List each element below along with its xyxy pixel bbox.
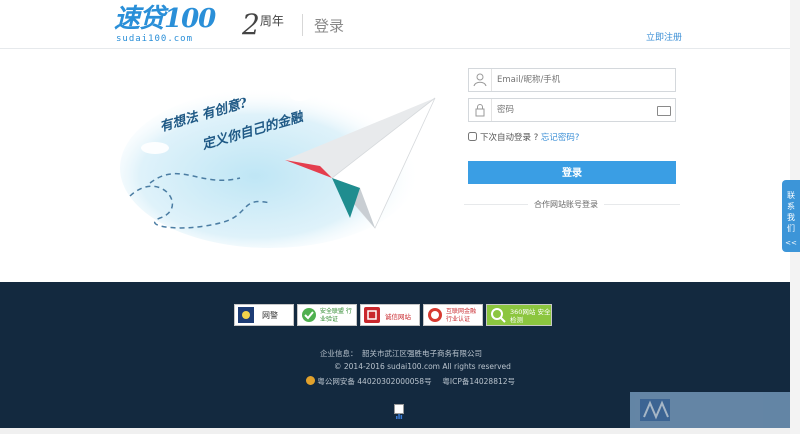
watermark-logo-icon	[640, 399, 670, 421]
badge-label: 互联网金融 行业认证	[446, 308, 477, 323]
credit-site-badge[interactable]: 诚信网站	[360, 304, 420, 326]
password-field[interactable]	[468, 98, 676, 122]
lock-icon	[469, 99, 492, 121]
security-alliance-badge[interactable]: 安全联盟 行业验证	[297, 304, 357, 326]
record-row: 粤公网安备 44020302000058号 粤ICP备14028812号	[306, 376, 515, 387]
icp-record[interactable]: 粤ICP备14028812号	[442, 377, 515, 386]
360-security-badge[interactable]: 360网站 安全检测	[486, 304, 552, 326]
seal-icon	[428, 308, 442, 322]
oauth-label: 合作网站账号登录	[528, 199, 604, 210]
badge-label: 安全联盟 行业验证	[320, 308, 352, 323]
anniversary-badge: 2周年	[242, 8, 284, 41]
contact-us-label: 联系我们	[787, 191, 795, 233]
contact-us-widget[interactable]: 联系我们 <<	[782, 180, 800, 252]
cyber-police-badge[interactable]: 网警	[234, 304, 294, 326]
username-field[interactable]	[468, 68, 676, 92]
police-record[interactable]: 粤公网安备 44020302000058号	[317, 377, 431, 386]
register-link[interactable]: 立即注册	[646, 30, 682, 43]
copyright: © 2014-2016 sudai100.com All rights rese…	[334, 362, 511, 371]
police-shield-icon	[238, 307, 254, 323]
remember-checkbox[interactable]	[468, 132, 477, 141]
logo-domain: sudai100.com	[116, 34, 194, 44]
checkmark-shield-icon	[302, 308, 316, 322]
magnifier-icon	[491, 308, 506, 323]
bottom-bar	[0, 428, 790, 434]
stats-icon[interactable]	[394, 404, 404, 419]
page-title: 登录	[314, 17, 345, 35]
fintech-cert-badge[interactable]: 互联网金融 行业认证	[423, 304, 483, 326]
user-icon	[469, 69, 492, 91]
police-record-icon	[306, 376, 315, 385]
login-button[interactable]: 登录	[468, 161, 676, 184]
credit-icon	[364, 307, 380, 323]
badge-label: 360网站 安全检测	[510, 308, 551, 324]
paper-plane-illustration	[120, 88, 436, 248]
site-watermark	[630, 392, 790, 428]
forgot-password-link[interactable]: 忘记密码?	[541, 133, 580, 143]
collapse-icon[interactable]: <<	[782, 238, 800, 249]
keyboard-icon[interactable]	[657, 106, 671, 116]
badge-label: 网警	[262, 311, 278, 320]
header-divider	[302, 14, 303, 36]
company-name: 韶关市武江区强胜电子商务有限公司	[362, 349, 482, 358]
anniversary-text: 周年	[259, 14, 284, 28]
company-label: 企业信息：	[320, 349, 358, 358]
anniversary-number: 2	[242, 8, 260, 41]
site-logo[interactable]: 速贷100 sudai100.com	[114, 4, 232, 44]
badge-label: 诚信网站	[385, 313, 411, 321]
logo-text: 速贷100	[114, 4, 216, 34]
remember-row: 下次自动登录 ? 忘记密码?	[468, 131, 579, 143]
username-input[interactable]	[497, 72, 647, 88]
remember-label: 下次自动登录 ?	[480, 133, 539, 143]
site-header: 速贷100 sudai100.com 2周年 登录 立即注册	[0, 0, 790, 49]
password-input[interactable]	[497, 102, 647, 118]
